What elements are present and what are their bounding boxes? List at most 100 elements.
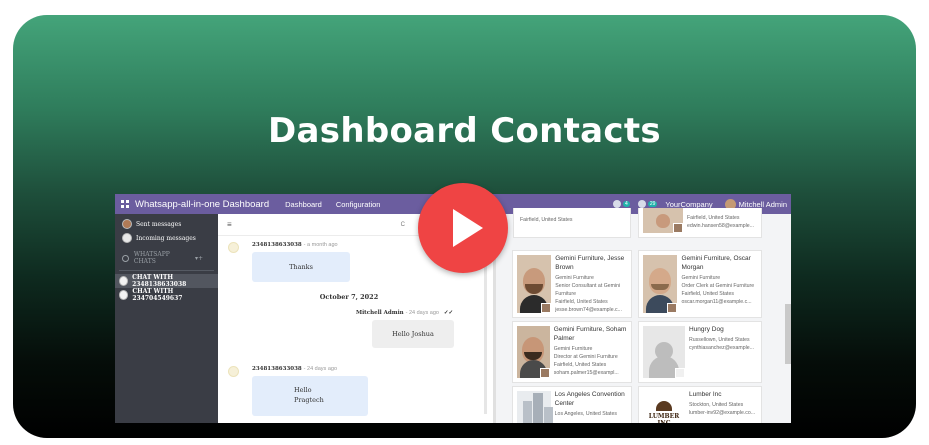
contacts-scrollbar[interactable] xyxy=(785,304,791,364)
chat-item-label: CHAT WITH 234704549637 xyxy=(132,288,183,302)
contact-location: Los Angeles, United States xyxy=(554,410,617,417)
chat-item-2[interactable]: CHAT WITH 234704549637 xyxy=(115,288,218,302)
contact-name: Gemini Furniture, Jesse Brown xyxy=(555,255,625,271)
logo-lettering: LUMBER INC xyxy=(648,413,680,423)
company-thumb xyxy=(667,303,678,313)
add-chat-icon[interactable]: + xyxy=(198,255,203,262)
contact-name: Hungry Dog xyxy=(689,326,724,333)
building-shape xyxy=(523,401,532,423)
menu-configuration[interactable]: Configuration xyxy=(336,200,381,209)
contact-location: Fairfield, United States xyxy=(520,217,573,223)
contact-role: Senior Consultant at Gemini Furniture xyxy=(555,282,621,297)
contact-info: Gemini Furniture, Soham Palmer Gemini Fu… xyxy=(554,322,631,382)
contact-info: Lumber Inc Stockton, United States lumbe… xyxy=(689,387,758,423)
contact-name: Lumber Inc xyxy=(689,391,722,398)
chat-scrollbar[interactable] xyxy=(484,244,487,414)
contact-card[interactable]: Los Angeles Convention Center Los Angele… xyxy=(512,386,632,423)
message-sender: 2348138633038 xyxy=(252,242,302,248)
contacts-panel: Fairfield, United States Fairfield, Unit… xyxy=(493,208,791,423)
contact-email: cynthiasanchez@example... xyxy=(689,344,754,351)
face xyxy=(656,214,670,228)
message-bubble: Hello Joshua xyxy=(372,320,454,348)
avatar xyxy=(122,219,132,229)
company-thumb xyxy=(539,368,550,378)
message-line: Hello xyxy=(294,386,312,394)
message-sender: Mitchell Admin xyxy=(356,310,404,316)
message-bubble: Hello Pragtech xyxy=(252,376,368,416)
chat-item-1[interactable]: CHAT WITH 2348138633038 xyxy=(115,274,218,288)
contact-info: Fairfield, United States edwin.hansen58@… xyxy=(687,208,757,237)
chats-section-header[interactable]: WHATSAPP CHATS ▾ + xyxy=(122,251,211,265)
message-meta: 2348138633038 - 24 days ago xyxy=(252,366,337,372)
avatar xyxy=(228,366,239,377)
contact-company: Gemini Furniture xyxy=(553,345,593,352)
avatar xyxy=(119,290,129,300)
hamburger-icon[interactable]: ≡ xyxy=(227,220,232,229)
contact-email: soham.palmer15@exampl... xyxy=(553,369,619,376)
message-time: - 24 days ago xyxy=(405,310,439,316)
company-logo: LUMBER INC xyxy=(643,391,685,423)
contact-email: oscar.morgan11@example.c... xyxy=(681,298,752,305)
date-separator: October 7, 2022 xyxy=(319,293,379,301)
read-check-icon: ✓✓ xyxy=(443,310,454,316)
activity-badge: 29 xyxy=(647,201,658,207)
lumber-logo-icon xyxy=(656,401,672,411)
contact-photo xyxy=(643,255,678,313)
contact-company: Gemini Furniture xyxy=(555,274,594,281)
sidebar: Sent messages Incoming messages WHATSAPP… xyxy=(115,214,218,423)
contact-email: lumber-inv92@example.co... xyxy=(689,409,756,416)
company-thumb xyxy=(673,223,683,233)
message-time: - 24 days ago xyxy=(303,366,337,372)
contact-card[interactable]: Fairfield, United States edwin.hansen58@… xyxy=(638,208,762,238)
menu-dashboard[interactable]: Dashboard xyxy=(285,200,322,209)
avatar xyxy=(228,242,239,253)
contact-role: Director at Gemini Furniture xyxy=(553,353,618,360)
contact-card[interactable]: Fairfield, United States xyxy=(513,208,631,238)
message-time: - a month ago xyxy=(303,242,338,248)
contact-card[interactable]: Gemini Furniture, Oscar Morgan Gemini Fu… xyxy=(638,250,762,318)
contact-info: Hungry Dog Russellown, United States cyn… xyxy=(689,322,757,382)
activity-icon[interactable] xyxy=(637,200,646,208)
play-button[interactable] xyxy=(418,183,508,273)
message-line: Pragtech xyxy=(294,396,324,404)
message-meta: 2348138633038 - a month ago xyxy=(252,242,338,248)
play-icon xyxy=(453,209,483,247)
contact-photo-placeholder xyxy=(643,326,685,378)
contact-info: Los Angeles Convention Center Los Angele… xyxy=(555,387,631,423)
contact-location: Russellown, United States xyxy=(689,336,750,343)
avatar xyxy=(119,276,129,286)
chat-header-text: C xyxy=(400,221,405,228)
contact-photo xyxy=(643,208,683,233)
contact-location: Fairfield, United States xyxy=(553,361,607,368)
contact-email: jesse.brown74@example.c... xyxy=(555,306,622,313)
building-shape xyxy=(544,407,553,423)
contact-name: Gemini Furniture, Soham Palmer xyxy=(553,326,627,342)
contact-card[interactable]: Hungry Dog Russellown, United States cyn… xyxy=(638,321,762,383)
message-bubble: Thanks xyxy=(252,252,350,282)
company-thumb xyxy=(541,303,552,313)
app-title[interactable]: Whatsapp-all-in-one Dashboard xyxy=(135,199,269,210)
contact-photo xyxy=(517,391,553,423)
contact-card[interactable]: LUMBER INC Lumber Inc Stockton, United S… xyxy=(638,386,762,423)
contact-info: Fairfield, United States xyxy=(514,208,575,237)
message-sender: 2348138633038 xyxy=(252,366,302,372)
sidebar-item-incoming[interactable]: Incoming messages xyxy=(115,231,218,245)
contact-email: edwin.hansen58@example... xyxy=(687,223,754,230)
apps-grid-icon[interactable] xyxy=(121,200,129,208)
message-meta: Mitchell Admin - 24 days ago ✓✓ xyxy=(356,310,453,316)
contact-location: Stockton, United States xyxy=(689,401,744,408)
section-label: WHATSAPP CHATS xyxy=(133,251,170,265)
chat-icon[interactable] xyxy=(613,200,622,208)
contact-info: Gemini Furniture, Oscar Morgan Gemini Fu… xyxy=(681,251,761,317)
contact-name: Los Angeles Convention Center xyxy=(554,391,625,407)
contact-card[interactable]: Gemini Furniture, Jesse Brown Gemini Fur… xyxy=(512,250,632,318)
contact-location: Fairfield, United States xyxy=(687,215,740,221)
page-title: Dashboard Contacts xyxy=(268,111,661,151)
contact-card[interactable]: Gemini Furniture, Soham Palmer Gemini Fu… xyxy=(512,321,632,383)
building-shape xyxy=(533,393,543,423)
contact-info: Gemini Furniture, Jesse Brown Gemini Fur… xyxy=(555,251,631,317)
sidebar-item-sent[interactable]: Sent messages xyxy=(115,217,218,231)
sidebar-item-label: Sent messages xyxy=(136,220,182,228)
contact-name: Gemini Furniture, Oscar Morgan xyxy=(681,255,751,271)
chat-badge: 4 xyxy=(623,201,630,207)
